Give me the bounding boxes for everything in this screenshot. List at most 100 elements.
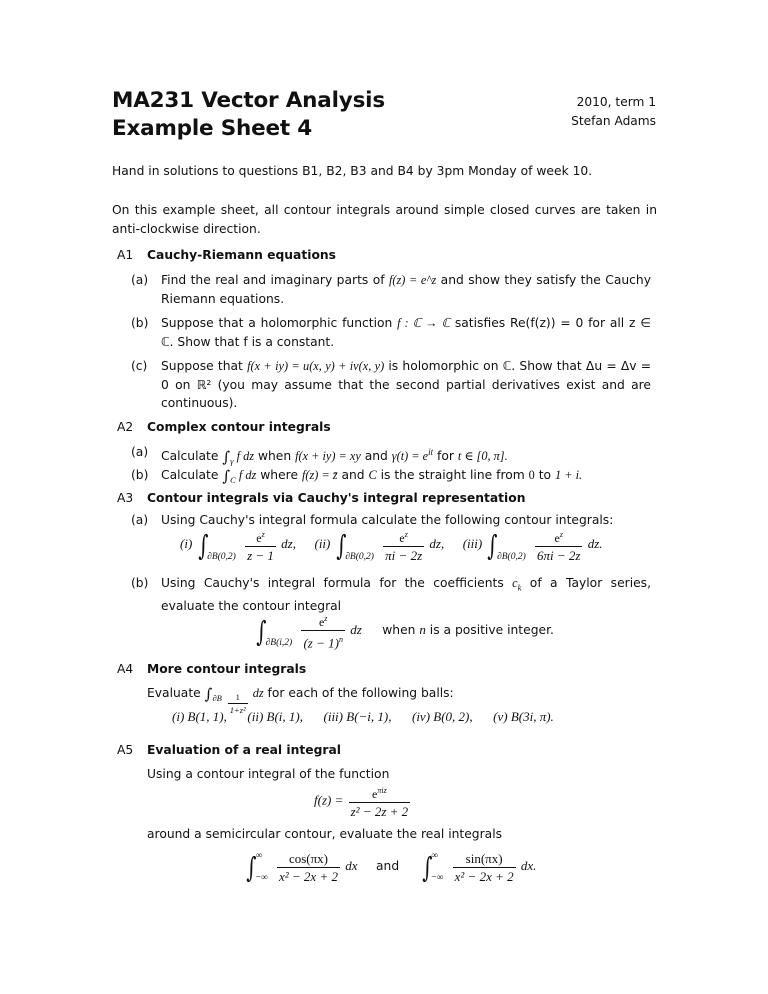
item-math: f(z) = e^z: [388, 273, 437, 287]
numerator: cos(πx): [288, 850, 328, 866]
lower-limit: −∞: [431, 873, 444, 883]
item-label: (b): [131, 316, 149, 330]
course-title: MA231 Vector Analysis: [112, 88, 385, 113]
integral-subscript: ∂B(0,2): [345, 552, 374, 563]
item-text: and: [337, 468, 369, 482]
denominator: 6πi − 2z: [535, 546, 583, 563]
item-math: f(z) = z̄: [301, 468, 338, 482]
integral-sign: ∫: [222, 448, 231, 467]
denominator: πi − 2z: [383, 546, 425, 563]
item-label: (b): [131, 576, 149, 590]
differential: dz: [346, 622, 362, 638]
a5-real-integrals: ∫ ∞ −∞ cos(πx) x² − 2x + 2 dx and ∫ ∞ −∞ sin(…: [244, 845, 536, 889]
question-a3-item-b: (b) Using Cauchy's integral formula for …: [131, 574, 651, 615]
roman-label: (i): [180, 536, 193, 552]
sheet-meta: 2010, term 1 Stefan Adams: [571, 93, 656, 131]
item-math: C: [368, 468, 377, 482]
integrand: f dz: [235, 468, 257, 482]
question-title: More contour integrals: [147, 662, 307, 676]
item-label: (b): [131, 468, 149, 482]
integral-sign: ∫: [246, 850, 257, 884]
a5-intro: Using a contour integral of the function: [147, 767, 390, 781]
question-a2-heading: A2 Complex contour integrals: [117, 418, 331, 436]
roman-label: (iii): [323, 709, 344, 724]
item-text: Calculate: [161, 468, 223, 482]
item-text: Evaluate: [147, 686, 205, 700]
question-number: A5: [117, 743, 134, 757]
a3-integral-i: (i) ∫∂B(0,2) ez z − 1 dz,: [180, 529, 299, 563]
ball-expr: B(−i, 1),: [346, 709, 392, 724]
denominator: z² − 2z + 2: [348, 802, 411, 819]
question-number: A3: [117, 491, 134, 505]
ball-expr: B(0, 2),: [433, 709, 473, 724]
item-math: f : ℂ → ℂ: [397, 316, 451, 330]
a5-middle-text: around a semicircular contour, evaluate …: [147, 827, 503, 841]
item-text: and: [360, 449, 392, 464]
question-title: Contour integrals via Cauchy's integral …: [147, 491, 526, 505]
roman-label: (iv): [411, 709, 431, 724]
item-text: is the straight line from: [376, 468, 529, 482]
integral-sign: ∫: [421, 850, 433, 884]
sheet-title: MA231 Vector Analysis Example Sheet 4: [112, 87, 385, 143]
a5-integral-sin: ∫ ∞ −∞ sin(πx) x² − 2x + 2 dx.: [420, 851, 537, 884]
fraction: ez 6πi − 2z: [535, 528, 583, 563]
question-a5-heading: A5 Evaluation of a real integral: [117, 741, 341, 759]
denominator: x² − 2x + 2: [276, 866, 340, 884]
ball-expr: B(3i, π).: [510, 709, 554, 724]
item-math: f(x + iy) = xy: [295, 449, 361, 464]
item-label: (a): [131, 445, 149, 459]
question-a1-item-c: (c) Suppose that f(x + iy) = u(x, y) + i…: [131, 357, 651, 413]
numerator-exponent: πiz: [377, 786, 387, 795]
item-math: t ∈ [0, π].: [457, 449, 508, 464]
item-text: is a positive integer.: [425, 623, 554, 638]
ball-item: (iv) B(0, 2),: [412, 709, 473, 724]
question-a1-heading: A1 Cauchy-Riemann equations: [117, 246, 336, 264]
fraction: cos(πx) x² − 2x + 2: [276, 850, 340, 884]
numerator-exponent: z: [559, 530, 563, 539]
integral-subscript: ∂B(i,2): [265, 638, 293, 649]
question-number: A1: [117, 248, 134, 262]
ball-expr: B(1, 1),: [187, 709, 227, 724]
differential: dz,: [426, 536, 445, 552]
numerator: 1: [235, 692, 240, 702]
integral-subscript: ∂B(0,2): [207, 552, 236, 563]
item-text: Using Cauchy's integral formula calculat…: [161, 513, 614, 527]
ball-item: (i) B(1, 1),: [172, 709, 227, 724]
question-title: Cauchy-Riemann equations: [147, 248, 336, 262]
item-text: Using Cauchy's integral formula for the …: [161, 576, 513, 590]
integral-sign: ∫: [256, 614, 267, 648]
hand-in-instructions: Hand in solutions to questions B1, B2, B…: [112, 164, 593, 178]
a3-integral-list: (i) ∫∂B(0,2) ez z − 1 dz, (ii) ∫∂B(0,2) e…: [180, 528, 603, 563]
question-title: Evaluation of a real integral: [147, 743, 341, 757]
denominator: z − 1: [245, 546, 276, 563]
question-a3-heading: A3 Contour integrals via Cauchy's integra…: [117, 489, 525, 507]
ball-item: (ii) B(i, 1),: [247, 709, 303, 724]
upper-limit: ∞: [431, 851, 439, 861]
question-a1-item-b: (b) Suppose that a holomorphic function …: [131, 314, 651, 351]
integral-subscript: ∂B(0,2): [497, 552, 526, 563]
differential: dz.: [584, 536, 603, 552]
fraction: sin(πx) x² − 2x + 2: [452, 850, 516, 884]
integral-sign: ∫: [335, 529, 347, 562]
integral-subscript: ∂B: [212, 693, 222, 703]
numerator: sin(πx): [465, 850, 503, 866]
author-label: Stefan Adams: [571, 114, 656, 128]
convention-note: On this example sheet, all contour integ…: [112, 203, 657, 236]
a5-integral-cos: ∫ ∞ −∞ cos(πx) x² − 2x + 2 dx: [244, 851, 361, 884]
question-a4-heading: A4 More contour integrals: [117, 660, 306, 678]
integral-sign: ∫: [197, 529, 208, 562]
integral-sign: ∫: [222, 467, 231, 485]
a3-taylor-integral: ∫∂B(i,2) ez (z − 1)n dz when n is a posit…: [254, 612, 554, 650]
numerator-exponent: z: [404, 530, 408, 539]
item-text: for: [433, 449, 458, 464]
roman-label: (v): [493, 709, 508, 724]
fraction: ez πi − 2z: [383, 528, 425, 563]
differential: dz,: [277, 536, 296, 552]
differential: dx: [341, 857, 358, 873]
item-text: Suppose that: [161, 359, 248, 373]
item-text: where: [256, 468, 302, 482]
denominator-exponent: n: [338, 635, 343, 644]
question-a3-item-a: (a) Using Cauchy's integral formula calc…: [131, 511, 651, 530]
item-text: when: [254, 449, 296, 464]
question-number: A4: [117, 662, 134, 676]
